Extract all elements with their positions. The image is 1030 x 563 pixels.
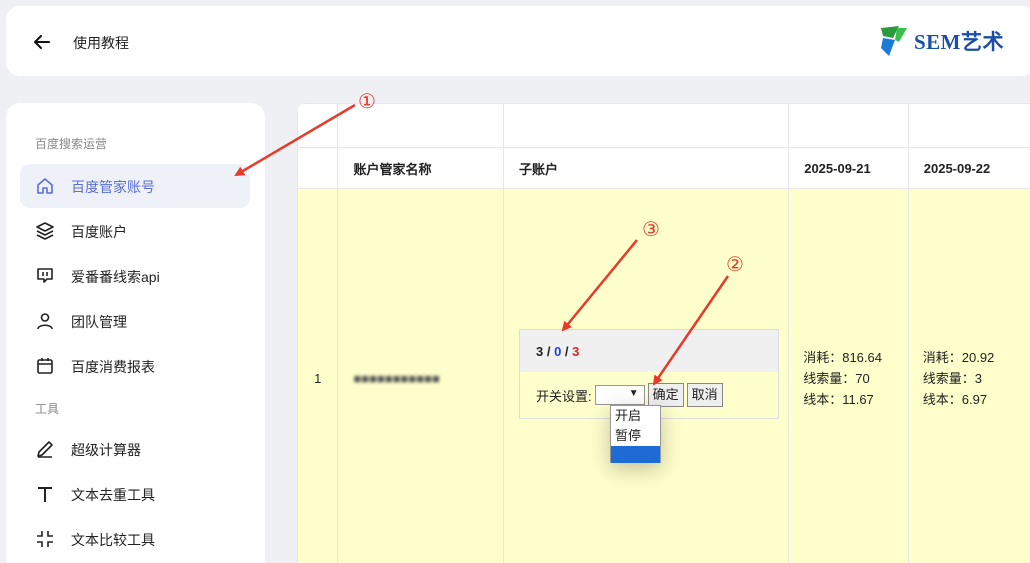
col-header-name[interactable]: 账户管家名称	[337, 147, 504, 189]
annotation-2: ②	[726, 254, 744, 276]
annotation-3: ③	[642, 219, 660, 241]
logo-icon	[881, 26, 907, 56]
leads-value: 线索量：3	[922, 371, 982, 386]
cpl-value: 线本：6.97	[922, 392, 988, 407]
cancel-button[interactable]: 取消	[686, 383, 723, 407]
option-open[interactable]: 开启	[611, 406, 660, 426]
page-title: 使用教程	[73, 35, 129, 51]
option-blank-selected[interactable]	[611, 446, 660, 463]
sidebar-item-text-compare[interactable]: 文本比较工具	[20, 517, 250, 561]
sidebar-item-label: 百度账户	[71, 224, 127, 240]
chevron-down-icon: ▼	[628, 388, 639, 399]
sidebar-item-label: 团队管理	[71, 314, 127, 330]
leads-value: 线索量：70	[803, 371, 870, 386]
sidebar-item-cost-report[interactable]: 百度消费报表	[20, 344, 250, 388]
sidebar-group-label: 百度搜索运营	[35, 137, 108, 151]
logo: SEM艺术	[879, 24, 1004, 58]
row-index: 1	[297, 188, 339, 563]
switch-select[interactable]: ▼	[594, 385, 645, 405]
text-icon	[35, 484, 55, 504]
compress-icon	[35, 529, 55, 549]
col-header-sub-account[interactable]: 子账户	[502, 147, 790, 189]
sidebar-item-baidu-manager-account[interactable]: 百度管家账号	[20, 164, 250, 208]
top-bar: 使用教程 SEM艺术	[6, 6, 1030, 76]
switch-label: 开关设置:	[536, 388, 592, 404]
sidebar-item-label: 超级计算器	[71, 442, 141, 458]
confirm-button[interactable]: 确定	[647, 383, 684, 407]
cpl-value: 线本：11.67	[803, 392, 874, 407]
sidebar-item-label: 文本去重工具	[71, 487, 155, 503]
switch-dropdown: 开启 暂停	[610, 405, 661, 463]
metrics-day1: 消耗：816.64 线索量：70 线本：11.67	[788, 188, 909, 563]
sidebar-item-label: 百度管家账号	[71, 179, 155, 195]
sidebar-item-label: 百度消费报表	[71, 359, 155, 375]
sub-account-counts[interactable]: 3 / 0 / 3	[520, 330, 778, 372]
table-spacer-row	[297, 103, 1030, 148]
home-icon	[35, 176, 55, 196]
col-header-index	[297, 147, 339, 189]
back-arrow-icon[interactable]	[32, 32, 52, 52]
sidebar-item-baidu-account[interactable]: 百度账户	[20, 209, 250, 253]
sidebar-item-aifanfan-api[interactable]: 爱番番线索api	[20, 254, 250, 298]
cost-value: 消耗：816.64	[803, 350, 882, 365]
switch-settings-row: 开关设置: ▼ 确定 取消	[536, 383, 723, 407]
sidebar-item-label: 文本比较工具	[71, 532, 155, 548]
user-icon	[35, 311, 55, 331]
sidebar-item-team[interactable]: 团队管理	[20, 299, 250, 343]
metrics-day2: 消耗：20.92 线索量：3 线本：6.97	[907, 188, 1030, 563]
account-name: ■■■■■■■■■■■	[337, 188, 504, 563]
pen-icon	[35, 439, 55, 459]
option-pause[interactable]: 暂停	[611, 426, 660, 446]
layers-icon	[35, 221, 55, 241]
sidebar: 百度搜索运营 百度管家账号 百度账户 爱番番线索api 团队管理 百度消费报表 …	[6, 103, 265, 563]
data-table-panel: 账户管家名称 子账户 2025-09-21 2025-09-22 1 ■■■■■…	[297, 103, 1030, 563]
annotation-1: ①	[358, 91, 376, 113]
sidebar-item-calculator[interactable]: 超级计算器	[20, 427, 250, 471]
col-header-date[interactable]: 2025-09-22	[907, 147, 1030, 189]
sidebar-item-label: 爱番番线索api	[71, 269, 160, 285]
chat-icon	[35, 266, 55, 286]
calendar-icon	[35, 356, 55, 376]
sidebar-item-text-dedupe[interactable]: 文本去重工具	[20, 472, 250, 516]
logo-text: SEM艺术	[914, 30, 1005, 54]
col-header-date[interactable]: 2025-09-21	[788, 147, 909, 189]
sidebar-group-label: 工具	[35, 402, 60, 416]
cost-value: 消耗：20.92	[922, 350, 995, 365]
table-header-row: 账户管家名称 子账户 2025-09-21 2025-09-22	[297, 147, 1030, 189]
